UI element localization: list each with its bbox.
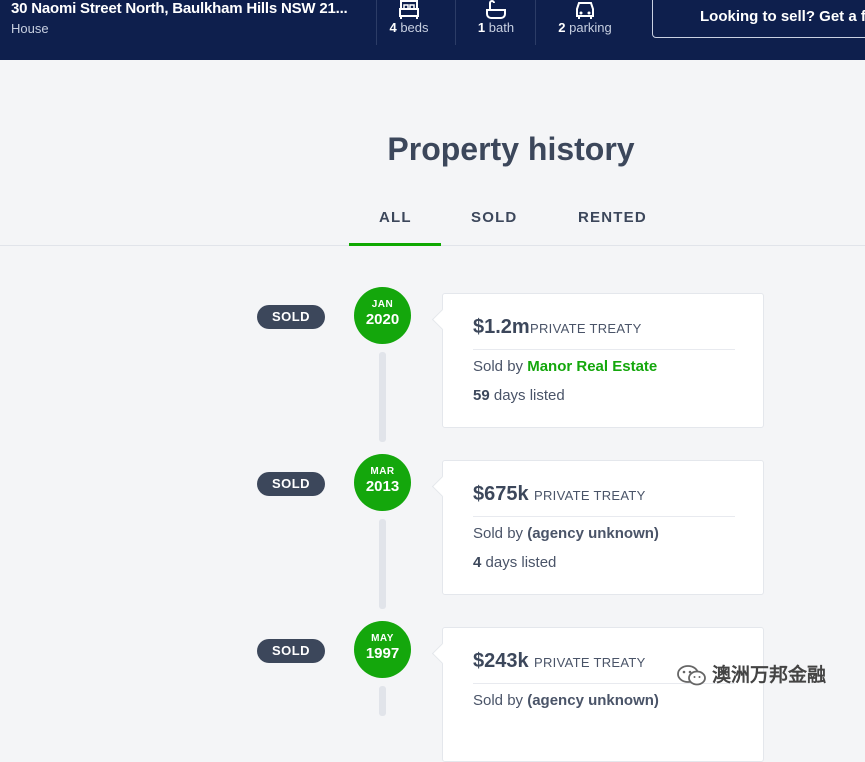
days-value: 4 (473, 554, 482, 571)
timeline-connector (379, 686, 386, 716)
looking-to-sell-button[interactable]: Looking to sell? Get a free (652, 0, 865, 38)
parking-label: parking (569, 20, 612, 35)
divider (376, 0, 377, 45)
beds-count: 4 (389, 20, 397, 35)
agent-name: (agency unknown) (527, 692, 659, 709)
divider (535, 0, 536, 45)
days-value: 59 (473, 387, 490, 404)
bed-icon (399, 0, 419, 19)
bath-icon (486, 0, 506, 19)
date-month: MAR (370, 466, 395, 477)
sale-method: PRIVATE TREATY (534, 655, 646, 670)
days-listed: 59 days listed (473, 387, 565, 404)
tab-sold[interactable]: SOLD (471, 209, 517, 226)
sold-by: Sold by Manor Real Estate (473, 358, 657, 375)
beds-label: beds (400, 20, 429, 35)
agent-link[interactable]: Manor Real Estate (527, 358, 657, 375)
days-label: days listed (485, 554, 557, 571)
property-type: House (11, 21, 49, 36)
sold-by: Sold by (agency unknown) (473, 525, 659, 542)
sold-by-label: Sold by (473, 692, 524, 709)
sale-price: $1.2m (473, 316, 530, 338)
feature-bath: 1 bath (477, 0, 515, 45)
bath-count: 1 (477, 20, 486, 35)
divider (455, 0, 456, 45)
sale-method: PRIVATE TREATY (530, 321, 642, 336)
date-year: 2013 (365, 478, 400, 495)
property-address[interactable]: 30 Naomi Street North, Baulkham Hills NS… (11, 0, 348, 17)
watermark-text: 澳洲万邦金融 (712, 665, 827, 686)
tab-all[interactable]: ALL (379, 209, 412, 226)
bath-label: bath (488, 20, 515, 35)
car-icon (576, 1, 594, 19)
divider (473, 516, 735, 517)
sale-price: $243k (473, 650, 529, 672)
page-title: Property history (387, 131, 635, 167)
timeline-connector (379, 352, 386, 442)
date-month: MAY (371, 633, 394, 644)
status-badge: SOLD (257, 305, 325, 329)
tab-rented[interactable]: RENTED (578, 209, 647, 226)
sale-price: $675k (473, 483, 529, 505)
date-month: JAN (371, 299, 394, 310)
date-year: 2020 (365, 311, 400, 328)
date-marker: MAY 1997 (354, 621, 411, 678)
property-header: 30 Naomi Street North, Baulkham Hills NS… (0, 0, 865, 60)
wechat-icon (677, 665, 706, 686)
sold-by-label: Sold by (473, 358, 524, 375)
active-tab-indicator (349, 243, 441, 246)
history-card: $243k PRIVATE TREATY Sold by (agency unk… (442, 627, 764, 762)
agent-name: (agency unknown) (527, 525, 659, 542)
days-label: days listed (493, 387, 565, 404)
timeline-connector (379, 519, 386, 609)
feature-beds: 4 beds (387, 0, 431, 45)
days-listed: 4 days listed (473, 554, 556, 571)
status-badge: SOLD (257, 472, 325, 496)
date-marker: JAN 2020 (354, 287, 411, 344)
status-badge: SOLD (257, 639, 325, 663)
feature-parking: 2 parking (556, 0, 614, 45)
history-card: $675k PRIVATE TREATY Sold by (agency unk… (442, 460, 764, 595)
sold-by-label: Sold by (473, 525, 524, 542)
parking-count: 2 (558, 20, 566, 35)
divider (473, 349, 735, 350)
date-year: 1997 (365, 645, 400, 662)
sold-by: Sold by (agency unknown) (473, 692, 659, 709)
date-marker: MAR 2013 (354, 454, 411, 511)
history-card: $1.2m PRIVATE TREATY Sold by Manor Real … (442, 293, 764, 428)
sale-method: PRIVATE TREATY (534, 488, 646, 503)
